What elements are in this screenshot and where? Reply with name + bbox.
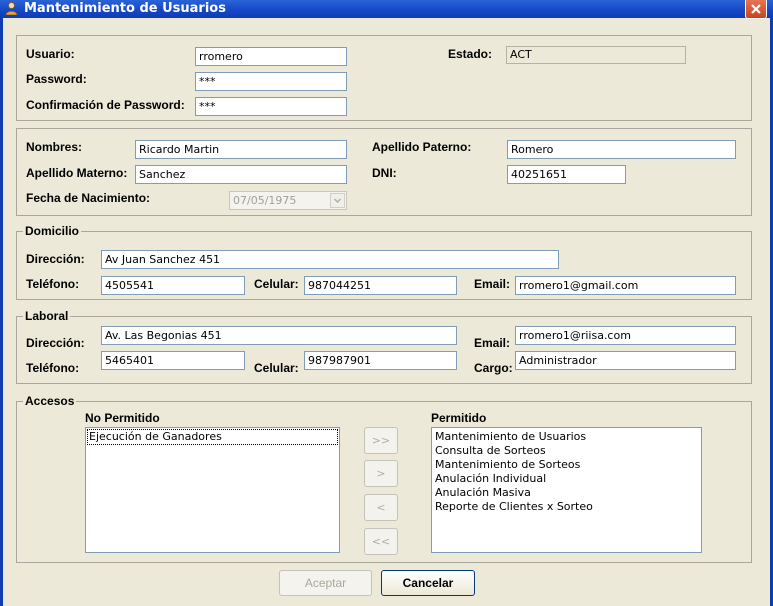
laboral-celular-input[interactable]: 987987901: [304, 351, 457, 370]
list-item[interactable]: Mantenimiento de Sorteos: [434, 458, 699, 472]
apellido-materno-input[interactable]: Sanchez: [135, 165, 347, 184]
laboral-direccion-input[interactable]: Av. Las Begonias 451: [101, 326, 457, 345]
list-item[interactable]: Reporte de Clientes x Sorteo: [434, 500, 699, 514]
cancelar-button[interactable]: Cancelar: [381, 570, 475, 596]
domicilio-email-input[interactable]: rromero1@gmail.com: [515, 276, 736, 295]
chevron-down-icon: [330, 193, 345, 208]
usuario-input[interactable]: rromero: [195, 47, 347, 66]
list-item[interactable]: Mantenimiento de Usuarios: [434, 430, 699, 444]
laboral-cargo-input[interactable]: Administrador: [515, 351, 736, 370]
list-item[interactable]: Consulta de Sorteos: [434, 444, 699, 458]
move-all-left-button[interactable]: <<: [364, 528, 398, 555]
apellido-paterno-input[interactable]: Romero: [507, 140, 736, 159]
move-all-right-button[interactable]: >>: [364, 427, 398, 454]
estado-field: ACT: [506, 46, 686, 64]
nombres-label: Nombres:: [26, 140, 83, 154]
password-label: Password:: [26, 72, 87, 86]
permitido-label: Permitido: [431, 411, 487, 425]
laboral-email-label: Email:: [474, 336, 511, 350]
list-item[interactable]: Ejecución de Ganadores: [87, 429, 338, 445]
confirm-password-label: Confirmación de Password:: [26, 98, 185, 112]
laboral-celular-label: Celular:: [254, 361, 299, 375]
laboral-cargo-label: Cargo:: [474, 361, 513, 375]
domicilio-telefono-input[interactable]: 4505541: [101, 276, 245, 295]
domicilio-direccion-input[interactable]: Av Juan Sanchez 451: [101, 250, 559, 269]
move-right-button[interactable]: >: [364, 460, 398, 487]
accesos-caption: Accesos: [23, 394, 77, 408]
title-bar[interactable]: Mantenimiento de Usuarios: [0, 0, 773, 19]
domicilio-email-label: Email:: [474, 277, 511, 291]
no-permitido-label: No Permitido: [85, 411, 160, 425]
apellido-materno-label: Apellido Materno:: [26, 166, 128, 180]
laboral-email-input[interactable]: rromero1@riisa.com: [515, 326, 736, 345]
aceptar-button[interactable]: Aceptar: [279, 570, 372, 596]
domicilio-celular-label: Celular:: [254, 277, 299, 291]
password-input[interactable]: ***: [195, 72, 347, 91]
move-left-button[interactable]: <: [364, 494, 398, 521]
list-item[interactable]: Anulación Individual: [434, 472, 699, 486]
user-icon: [5, 2, 18, 16]
permitido-list[interactable]: Mantenimiento de Usuarios Consulta de So…: [431, 427, 702, 553]
nombres-input[interactable]: Ricardo Martin: [135, 140, 347, 159]
domicilio-caption: Domicilio: [23, 224, 82, 238]
laboral-direccion-label: Dirección:: [26, 336, 85, 350]
laboral-telefono-label: Teléfono:: [26, 361, 80, 375]
estado-label: Estado:: [448, 47, 493, 61]
confirm-password-input[interactable]: ***: [195, 97, 347, 116]
laboral-caption: Laboral: [23, 309, 71, 323]
apellido-paterno-label: Apellido Paterno:: [372, 140, 472, 154]
domicilio-celular-input[interactable]: 987044251: [304, 276, 457, 295]
domicilio-direccion-label: Dirección:: [26, 252, 85, 266]
close-icon: [751, 4, 761, 14]
window-title: Mantenimiento de Usuarios: [24, 1, 226, 16]
close-button[interactable]: [745, 0, 767, 19]
domicilio-telefono-label: Teléfono:: [26, 277, 80, 291]
usuario-label: Usuario:: [26, 47, 75, 61]
dni-label: DNI:: [372, 166, 397, 180]
fecha-nacimiento-label: Fecha de Nacimiento:: [26, 191, 151, 205]
fecha-nacimiento-picker: 07/05/1975: [229, 191, 347, 210]
laboral-telefono-input[interactable]: 5465401: [101, 351, 245, 370]
no-permitido-list[interactable]: Ejecución de Ganadores: [85, 427, 340, 553]
dni-input[interactable]: 40251651: [507, 165, 626, 184]
fecha-nacimiento-value: 07/05/1975: [233, 194, 297, 207]
list-item[interactable]: Anulación Masiva: [434, 486, 699, 500]
